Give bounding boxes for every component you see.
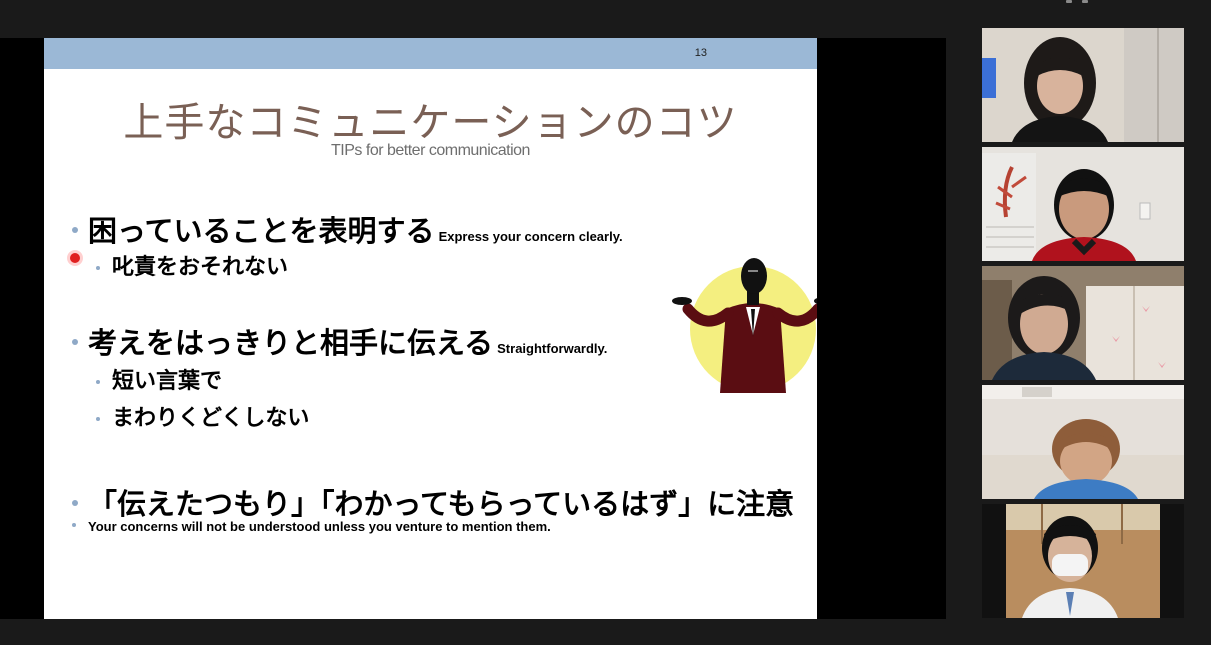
bullet-1: 困っていることを表明する Express your concern clearl… [72,208,623,250]
slide-subtitle: TIPs for better communication [331,142,530,159]
shrugging-man-illustration [672,258,817,393]
presentation-slide: 13 上手なコミュニケーションのコツ TIPs for better commu… [44,38,817,619]
participant-video-4 [982,385,1184,499]
bullet-1-sub-1: 叱責をおそれない [96,249,288,281]
bullet-2-english: Straightforwardly. [497,341,608,356]
bullet-2: 考えをはっきりと相手に伝える Straightforwardly. [72,320,607,362]
bullet-dot [96,266,100,270]
participant-video-5 [982,504,1184,618]
bullet-2-sub-1-text: 短い言葉で [112,369,223,394]
participant-tile-5[interactable] [982,504,1184,618]
bullet-dot [72,227,78,233]
bullet-1-sub-1-text: 叱責をおそれない [112,255,289,280]
bullet-3-sub-1-text: Your concerns will not be understood unl… [88,519,551,534]
bullet-dot [96,380,100,384]
bullet-2-sub-1: 短い言葉で [96,363,222,395]
laser-pointer [70,253,80,263]
participant-video-2 [982,147,1184,261]
participant-tile-4[interactable] [982,385,1184,499]
slide-number: 13 [694,47,707,59]
participant-tile-2[interactable] [982,147,1184,261]
bottom-bar [0,619,1211,645]
participant-tile-3[interactable] [982,266,1184,380]
bullet-2-sub-2: まわりくどくしない [96,400,309,432]
top-toolbar-indicator [1066,0,1102,4]
slide-title: 上手なコミュニケーションのコツ [123,100,738,146]
bullet-dot [96,417,100,421]
participant-video-1 [982,28,1184,142]
bullet-dot [72,500,78,506]
participant-tile-1[interactable] [982,28,1184,142]
top-bar [0,0,1211,28]
bullet-3: 「伝えたつもり」「わかってもらっているはず」に注意 [72,481,794,523]
bullet-3-text: 「伝えたつもり」「わかってもらっているはず」に注意 [88,487,795,521]
bullet-1-text: 困っていることを表明する [88,214,435,248]
bullet-dot [72,523,76,527]
slide-header-band: 13 [44,38,817,69]
bullet-2-sub-2-text: まわりくどくしない [112,406,310,431]
bullet-2-text: 考えをはっきりと相手に伝える [88,326,494,360]
participant-video-3 [982,266,1184,380]
bullet-1-english: Express your concern clearly. [438,229,623,244]
bullet-3-sub-1: Your concerns will not be understood unl… [72,519,551,534]
bullet-dot [72,339,78,345]
